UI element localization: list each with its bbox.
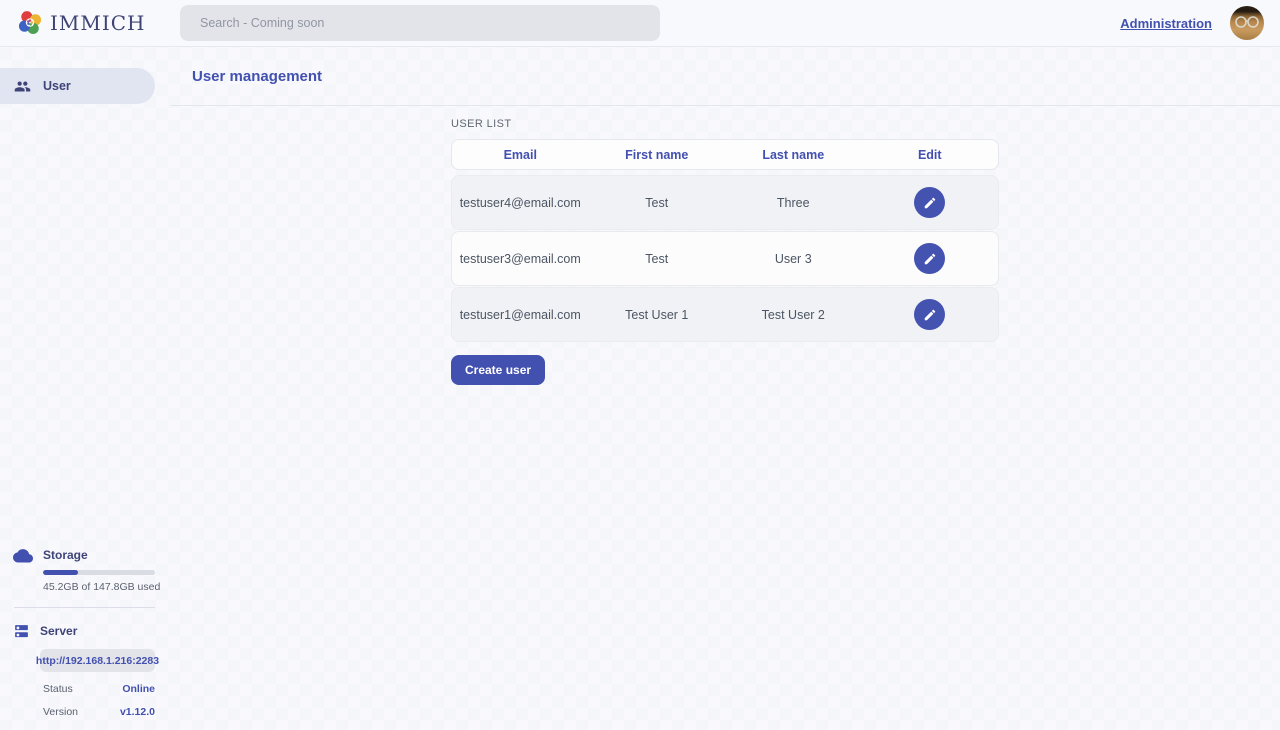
cell-first-name: Test: [589, 252, 726, 266]
storage-progress-bar: [43, 570, 155, 575]
users-icon: [14, 78, 31, 95]
server-title: Server: [40, 622, 77, 638]
column-header-last-name: Last name: [725, 148, 862, 162]
column-header-first-name: First name: [589, 148, 726, 162]
user-avatar[interactable]: [1230, 6, 1264, 40]
main-titlebar: User management: [170, 47, 1280, 106]
administration-link[interactable]: Administration: [1120, 16, 1212, 31]
version-value: v1.12.0: [120, 706, 155, 718]
top-bar: IMMICH Administration: [0, 0, 1280, 47]
sidebar-footer: Storage 45.2GB of 147.8GB used Server ht…: [0, 546, 170, 718]
edit-user-button[interactable]: [914, 187, 945, 218]
user-table: testuser4@email.com Test Three testuser3…: [451, 175, 999, 342]
section-label: USER LIST: [451, 118, 999, 130]
cell-email: testuser3@email.com: [452, 252, 589, 266]
cloud-icon: [13, 546, 33, 563]
glasses-graphic: [1234, 15, 1260, 29]
create-user-button[interactable]: Create user: [451, 355, 545, 385]
edit-user-button[interactable]: [914, 299, 945, 330]
table-row: testuser4@email.com Test Three: [451, 175, 999, 230]
table-row: testuser1@email.com Test User 1 Test Use…: [451, 287, 999, 342]
table-header-row: Email First name Last name Edit: [451, 139, 999, 170]
cell-last-name: Test User 2: [725, 308, 862, 322]
storage-progress-fill: [43, 570, 78, 575]
search-input[interactable]: [180, 5, 660, 41]
storage-title: Storage: [43, 546, 88, 562]
edit-user-button[interactable]: [914, 243, 945, 274]
immich-flower-icon: [16, 9, 44, 37]
main-panel: User management USER LIST Email First na…: [170, 47, 1280, 730]
cell-last-name: User 3: [725, 252, 862, 266]
cell-email: testuser4@email.com: [452, 196, 589, 210]
sidebar-item-user[interactable]: User: [0, 68, 155, 104]
version-label: Version: [43, 706, 78, 718]
server-icon: [13, 622, 30, 640]
column-header-email: Email: [452, 148, 589, 162]
sidebar-item-label: User: [43, 79, 71, 93]
sidebar: User Storage 45.2GB of 147.8GB used: [0, 47, 170, 730]
table-row: testuser3@email.com Test User 3: [451, 231, 999, 286]
app-logo: IMMICH: [0, 9, 180, 37]
cell-email: testuser1@email.com: [452, 308, 589, 322]
logo-text: IMMICH: [50, 11, 146, 35]
cell-first-name: Test User 1: [589, 308, 726, 322]
column-header-edit: Edit: [862, 148, 999, 162]
cell-first-name: Test: [589, 196, 726, 210]
pencil-icon: [923, 308, 937, 322]
pencil-icon: [923, 252, 937, 266]
cell-last-name: Three: [725, 196, 862, 210]
server-url-badge: http://192.168.1.216:2283: [40, 649, 155, 672]
page-title: User management: [192, 68, 322, 85]
footer-divider: [14, 607, 155, 608]
pencil-icon: [923, 196, 937, 210]
status-value: Online: [122, 683, 155, 695]
storage-usage-text: 45.2GB of 147.8GB used: [43, 581, 155, 593]
status-label: Status: [43, 683, 73, 695]
